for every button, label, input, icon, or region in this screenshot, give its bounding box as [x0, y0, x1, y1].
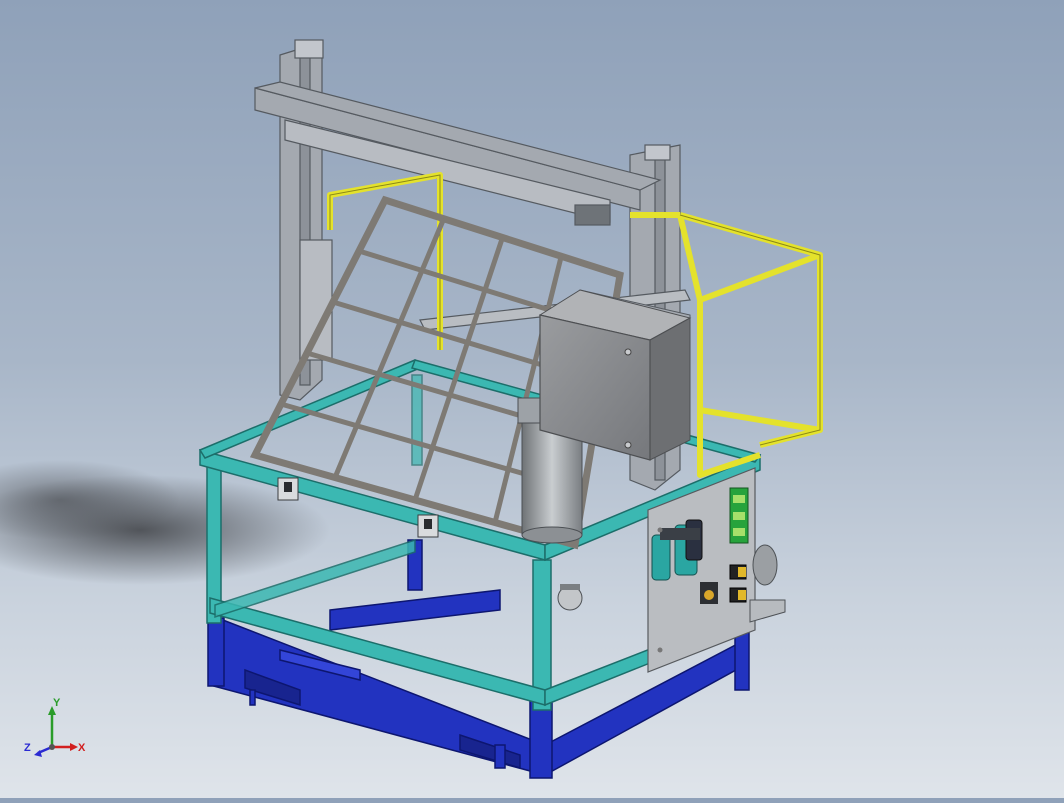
z-axis-label: Z	[24, 742, 31, 754]
y-axis-label: Y	[53, 697, 61, 709]
cad-viewport[interactable]: Y X Z	[0, 0, 1064, 798]
valve-manifold[interactable]	[729, 487, 749, 544]
x-axis-label: X	[78, 742, 86, 754]
grid-bar-vertical	[332, 217, 447, 479]
toggle-clamp-left[interactable]	[277, 477, 299, 501]
electrical-cabinet[interactable]	[538, 289, 692, 461]
machine-model[interactable]	[0, 0, 1064, 798]
coordinate-triad: Y X Z	[24, 697, 86, 757]
ball-valve[interactable]	[557, 584, 583, 611]
toggle-clamp-right[interactable]	[417, 514, 439, 538]
